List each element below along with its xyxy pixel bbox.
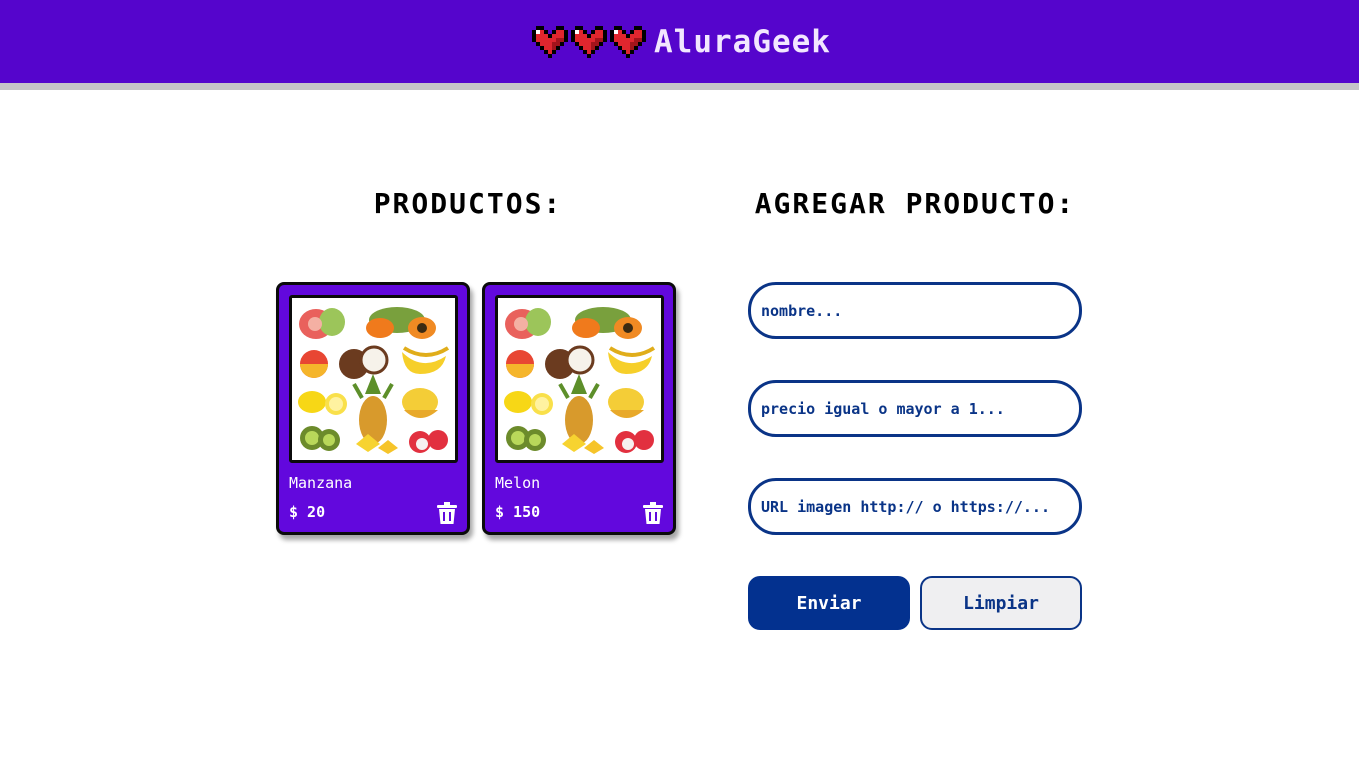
image-url-input[interactable] bbox=[748, 478, 1082, 535]
add-product-title: AGREGAR PRODUCTO: bbox=[754, 187, 1076, 220]
price-input[interactable] bbox=[748, 380, 1082, 437]
header-divider bbox=[0, 83, 1359, 90]
product-name: Melon bbox=[495, 474, 541, 492]
product-image bbox=[289, 295, 458, 463]
product-price: $ 20 bbox=[289, 503, 326, 521]
heart-icon bbox=[610, 25, 646, 58]
clear-button[interactable]: Limpiar bbox=[920, 576, 1082, 630]
heart-icon bbox=[571, 25, 607, 58]
product-card: Melon $ 150 bbox=[482, 282, 676, 535]
trash-icon[interactable] bbox=[643, 502, 663, 524]
fruit-assortment-image bbox=[498, 298, 661, 460]
heart-icon bbox=[532, 25, 568, 58]
brand-name: AluraGeek bbox=[654, 23, 831, 60]
trash-icon[interactable] bbox=[437, 502, 457, 524]
fruit-assortment-image bbox=[292, 298, 455, 460]
product-price: $ 150 bbox=[495, 503, 541, 521]
product-image bbox=[495, 295, 664, 463]
submit-button[interactable]: Enviar bbox=[748, 576, 910, 630]
product-name: Manzana bbox=[289, 474, 353, 492]
products-title: PRODUCTOS: bbox=[373, 187, 563, 220]
product-card: Manzana $ 20 bbox=[276, 282, 470, 535]
name-input[interactable] bbox=[748, 282, 1082, 339]
site-header: AluraGeek bbox=[0, 0, 1359, 83]
brand-logo[interactable]: AluraGeek bbox=[532, 24, 831, 60]
hearts-group bbox=[532, 25, 646, 58]
